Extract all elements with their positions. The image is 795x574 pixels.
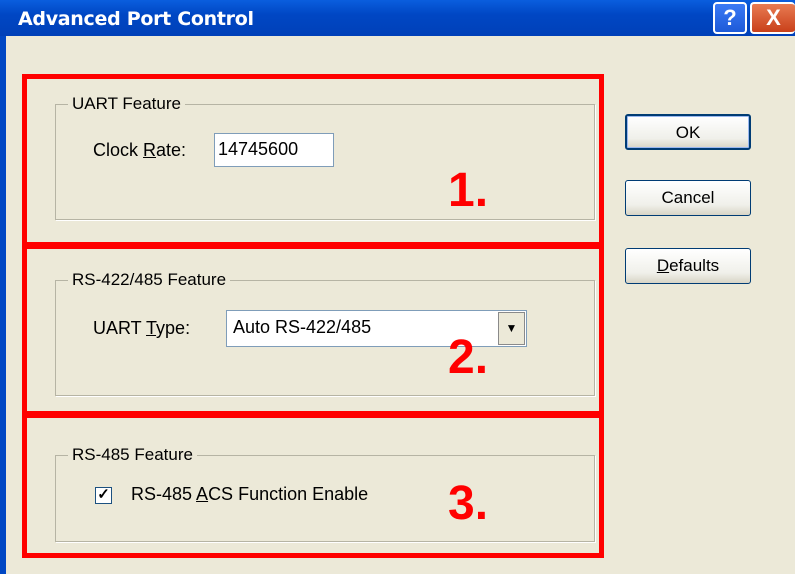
help-button[interactable]: ? <box>713 2 747 34</box>
annotation-number-3: 3. <box>448 477 489 530</box>
help-icon: ? <box>723 5 737 30</box>
close-button[interactable]: X <box>750 2 795 34</box>
annotation-box-3 <box>22 413 604 558</box>
annotation-number-2: 2. <box>448 331 489 384</box>
annotation-box-1 <box>22 74 604 247</box>
ok-button[interactable]: OK <box>625 114 751 150</box>
window-title: Advanced Port Control <box>18 8 254 30</box>
annotation-number-1: 1. <box>448 164 489 217</box>
defaults-button[interactable]: Defaults <box>625 248 751 284</box>
close-icon: X <box>766 5 781 30</box>
annotation-box-2 <box>22 244 604 416</box>
cancel-button[interactable]: Cancel <box>625 180 751 216</box>
title-bar[interactable]: Advanced Port Control ? X <box>0 0 795 36</box>
